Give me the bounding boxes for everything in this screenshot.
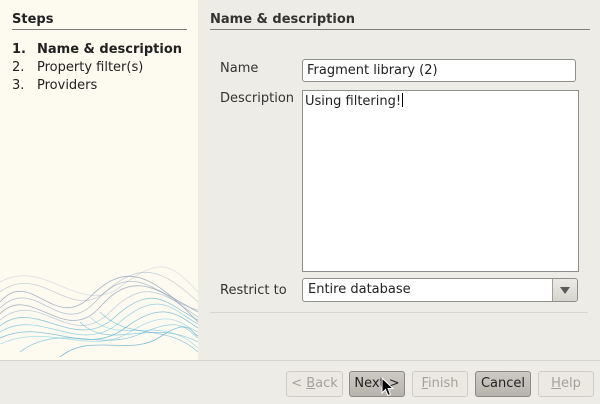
step-label: Providers	[37, 78, 98, 93]
finish-button[interactable]: Finish	[412, 371, 468, 397]
step-item-providers: 3. Providers	[12, 77, 182, 95]
section-title: Name & description	[210, 12, 590, 30]
steps-list: 1. Name & description 2. Property filter(s…	[12, 41, 182, 95]
help-mnemonic: H	[551, 376, 561, 391]
back-prefix: <	[291, 376, 307, 391]
next-button[interactable]: Next >	[349, 371, 405, 397]
cancel-button[interactable]: Cancel	[475, 371, 531, 397]
help-button[interactable]: Help	[538, 371, 594, 397]
text-caret	[402, 93, 404, 107]
restrict-to-value: Entire database	[308, 282, 411, 297]
description-text: Using filtering!	[305, 94, 402, 109]
steps-title: Steps	[12, 12, 187, 30]
back-mnemonic: B	[306, 376, 316, 391]
bottom-separator	[0, 360, 600, 361]
name-input[interactable]	[302, 59, 576, 82]
back-button[interactable]: < Back	[286, 371, 343, 397]
decorative-waves-image	[0, 266, 198, 358]
step-number: 2.	[12, 60, 25, 75]
finish-rest: inish	[428, 376, 459, 391]
step-item-name-description: 1. Name & description	[12, 41, 182, 59]
step-number: 3.	[12, 78, 25, 93]
restrict-to-dropdown[interactable]: Entire database	[302, 278, 578, 302]
chevron-down-icon	[560, 287, 570, 294]
steps-panel: Steps 1. Name & description 2. Property fi…	[0, 0, 198, 360]
step-number: 1.	[12, 42, 26, 57]
mouse-pointer-icon	[381, 377, 395, 397]
description-textarea[interactable]: Using filtering!	[302, 90, 579, 272]
restrict-to-label: Restrict to	[220, 283, 287, 298]
back-rest: ack	[315, 376, 338, 391]
dropdown-button[interactable]	[552, 279, 577, 301]
step-item-property-filters: 2. Property filter(s)	[12, 59, 182, 77]
help-rest: elp	[560, 376, 581, 391]
step-label: Property filter(s)	[37, 60, 144, 75]
description-label: Description	[220, 91, 295, 106]
name-label: Name	[220, 61, 259, 76]
step-label: Name & description	[37, 42, 182, 57]
